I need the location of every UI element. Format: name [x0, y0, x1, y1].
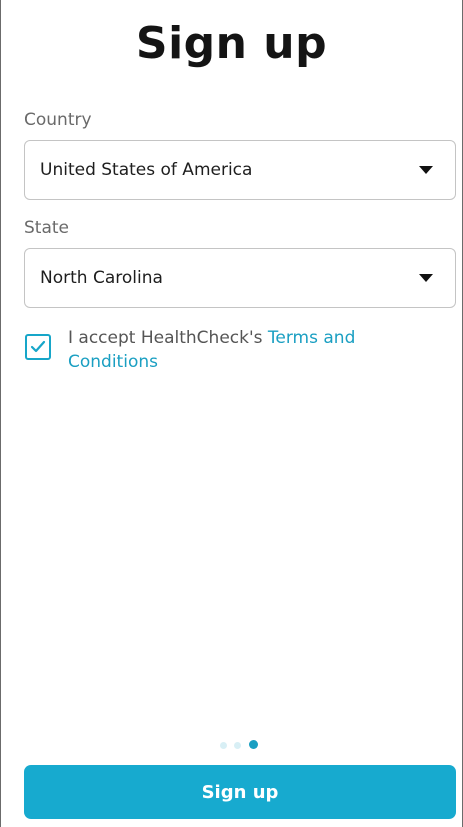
sign-up-screen: Sign up Country United States of America… [0, 0, 463, 827]
state-label: State [24, 218, 69, 238]
country-select[interactable]: United States of America [24, 140, 456, 200]
terms-text: I accept HealthCheck's Terms and Conditi… [68, 326, 428, 374]
sign-up-button[interactable]: Sign up [24, 765, 456, 819]
country-label: Country [24, 110, 92, 130]
state-select[interactable]: North Carolina [24, 248, 456, 308]
page-dot-active [249, 740, 258, 749]
terms-checkbox[interactable] [25, 334, 51, 360]
terms-prefix: I accept HealthCheck's [68, 328, 268, 348]
page-dot [234, 742, 241, 749]
page-dot [220, 742, 227, 749]
check-icon [30, 340, 46, 353]
caret-down-icon [419, 166, 433, 174]
country-select-value: United States of America [40, 160, 253, 180]
caret-down-icon [419, 274, 433, 282]
page-title: Sign up [135, 18, 328, 69]
state-select-value: North Carolina [40, 268, 163, 288]
